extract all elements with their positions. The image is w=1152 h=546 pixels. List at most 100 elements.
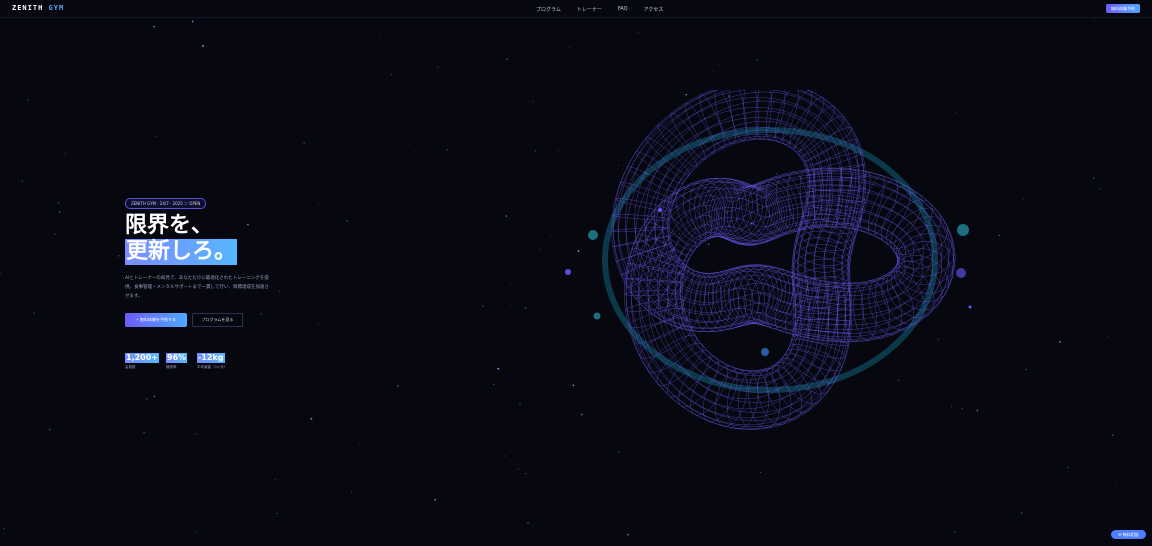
star [156, 135, 158, 138]
star [291, 266, 293, 267]
star [27, 99, 29, 102]
stat-value: 96% [166, 353, 188, 363]
view-programs-button[interactable]: プログラムを見る [192, 313, 243, 327]
star [713, 71, 715, 73]
star [1114, 484, 1116, 486]
star [497, 367, 500, 370]
star [446, 149, 448, 151]
star [202, 45, 204, 47]
star [377, 285, 379, 286]
star [64, 152, 67, 155]
star [15, 147, 16, 148]
star [627, 534, 629, 536]
star [1104, 287, 1106, 288]
star [145, 397, 148, 400]
logo[interactable]: ZENITH GYM [12, 4, 64, 12]
star [397, 347, 398, 349]
star [1099, 188, 1102, 190]
knot-mesh [611, 90, 956, 430]
nav-item-programs[interactable]: プログラム [536, 6, 561, 13]
floating-orb [968, 305, 972, 309]
nav-item-faq[interactable]: FAQ [618, 6, 628, 13]
stat-retention: 96% 継続率 [166, 345, 188, 370]
star [465, 135, 467, 137]
star [527, 521, 530, 524]
star [193, 39, 195, 40]
star [519, 403, 521, 405]
floating-orb [956, 268, 966, 278]
star [247, 223, 249, 226]
star [143, 431, 146, 434]
star [524, 472, 527, 475]
star [195, 433, 197, 435]
hero-badge: ZENITH GYM · 24/7 · 2025 ＝ OPEN [125, 198, 207, 209]
star [93, 94, 95, 96]
star [482, 305, 484, 307]
floating-orb [565, 269, 571, 275]
star [434, 498, 437, 501]
star [517, 468, 519, 470]
star [397, 385, 399, 387]
star [1092, 176, 1095, 179]
star [170, 106, 172, 108]
star [953, 531, 956, 533]
star [359, 444, 361, 446]
star [404, 201, 406, 203]
star [33, 312, 35, 314]
nav-menu: プログラム トレーナー FAQ アクセス [536, 6, 663, 13]
star [317, 202, 319, 204]
star [195, 531, 197, 534]
star [510, 305, 511, 307]
stat-label: 平均減量（3ヶ月） [197, 365, 228, 369]
floating-orb [593, 312, 601, 320]
floating-orb [761, 348, 769, 356]
star [338, 538, 340, 540]
star [1066, 466, 1069, 469]
star [303, 142, 306, 144]
star [48, 428, 51, 431]
stat-weight-loss: -12kg 平均減量（3ヶ月） [197, 345, 227, 370]
star [1025, 368, 1027, 370]
star [214, 177, 216, 179]
hero-lead-text: AIとトレーナーの知見で、あなただけに最適化されたトレーニングを提供。食事管理・… [125, 276, 269, 299]
wireframe-knot-graphic [565, 90, 972, 430]
star [1059, 341, 1061, 343]
nav-item-access[interactable]: アクセス [644, 6, 664, 13]
floating-orb [957, 224, 969, 236]
nav-item-trainers[interactable]: トレーナー [577, 6, 602, 13]
star [122, 277, 124, 279]
stat-label: 継続率 [166, 365, 177, 369]
star [414, 149, 416, 151]
chat-consult-button[interactable]: ✉ 無料相談 [1111, 530, 1146, 539]
star [307, 517, 308, 518]
star [0, 272, 1, 274]
star [153, 25, 155, 28]
star [811, 27, 812, 28]
star [617, 451, 620, 453]
hero-headline-line2: 更新しろ。 [125, 239, 238, 265]
star [318, 324, 319, 325]
star [638, 31, 640, 34]
star [534, 149, 537, 152]
star [54, 233, 56, 236]
star [504, 455, 507, 457]
star [1021, 512, 1023, 514]
star [380, 33, 382, 35]
star [351, 491, 353, 493]
star [191, 20, 194, 23]
stat-members: 1,200+ 会員数 [125, 345, 160, 370]
star [274, 479, 276, 481]
star [3, 528, 6, 530]
star [524, 306, 527, 309]
stat-value: -12kg [197, 353, 225, 363]
book-trial-button[interactable]: ⚡ 無料体験を予約する [125, 313, 187, 327]
star [260, 313, 262, 315]
star [437, 66, 439, 68]
nav-trial-button[interactable]: 無料体験予約 [1106, 4, 1140, 13]
star [510, 282, 511, 284]
star [608, 510, 609, 511]
stat-value: 1,200+ [125, 353, 160, 363]
top-navigation: ZENITH GYM プログラム トレーナー FAQ アクセス 無料体験予約 [0, 0, 1152, 18]
stat-label: 会員数 [125, 365, 136, 369]
floating-orb [658, 208, 662, 212]
